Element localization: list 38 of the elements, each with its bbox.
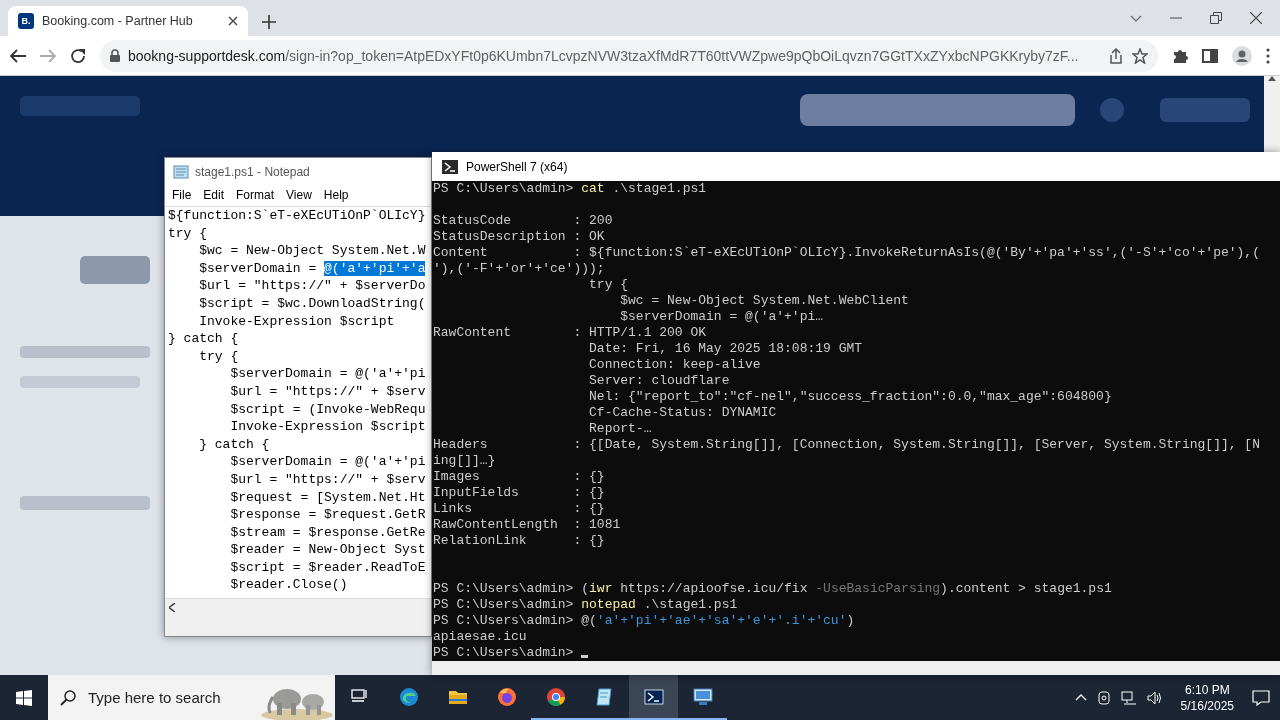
browser-tab[interactable]: B. Booking.com - Partner Hub — [8, 6, 248, 36]
new-tab-icon[interactable] — [262, 15, 276, 29]
browser-icon — [496, 686, 517, 707]
notepad-icon — [594, 686, 615, 707]
browser-icon — [398, 686, 419, 707]
monitor-icon — [692, 686, 713, 707]
restore-icon[interactable] — [1210, 12, 1222, 24]
star-icon[interactable] — [1132, 47, 1148, 64]
lock-icon — [110, 49, 120, 62]
search-box[interactable]: Type here to search — [48, 675, 335, 720]
favicon: B. — [18, 13, 34, 29]
chevron-up-icon[interactable] — [1074, 694, 1087, 701]
speaker-icon[interactable] — [1146, 690, 1163, 705]
close-icon[interactable] — [1250, 12, 1262, 24]
tab-title: Booking.com - Partner Hub — [42, 14, 194, 28]
url-text: bookng-supportdesk.com/sign-in?op_token=AtpEDxYFt0p6KUmbn7LcvpzNVW3tzaXfMdR7T60ttVWZpwe9pQbOiLqvzn7GGtTXxZYxbcNPGKKryby7zF... — [128, 47, 1080, 64]
search-field[interactable]: Type here to search — [86, 688, 250, 707]
puzzle-icon[interactable] — [1172, 47, 1188, 64]
network-icon[interactable] — [1120, 690, 1137, 705]
windows-icon — [16, 689, 32, 706]
close-icon[interactable] — [228, 16, 238, 26]
terminal-icon — [643, 686, 664, 707]
reload-icon[interactable] — [70, 47, 86, 64]
clock-date: 5/16/2025 — [1180, 697, 1234, 714]
notification-icon[interactable] — [1252, 689, 1270, 706]
camera-icon[interactable] — [1096, 690, 1111, 705]
taskbar-app[interactable] — [629, 675, 678, 720]
search-icon — [60, 689, 76, 706]
menu-icon[interactable] — [1266, 47, 1270, 64]
clock-time: 6:10 PM — [1184, 681, 1230, 698]
chevron-down-icon[interactable] — [1130, 14, 1142, 22]
browser-icon — [545, 686, 566, 707]
address-bar[interactable]: bookng-supportdesk.com/sign-in?op_token=AtpEDxYFt0p6KUmbn7LcvpzNVW3tzaXfMdR7T60ttVWZpwe9pQbOiLqvzn7GGtTXxZYxbcNPGKKryby7zF... — [100, 39, 1158, 72]
back-icon[interactable] — [10, 48, 26, 63]
profile-icon[interactable] — [1232, 45, 1252, 66]
sidebar-icon[interactable] — [1202, 48, 1218, 63]
clock[interactable]: 6:10 PM 5/16/2025 — [1180, 681, 1234, 714]
share-icon[interactable] — [1108, 47, 1124, 64]
